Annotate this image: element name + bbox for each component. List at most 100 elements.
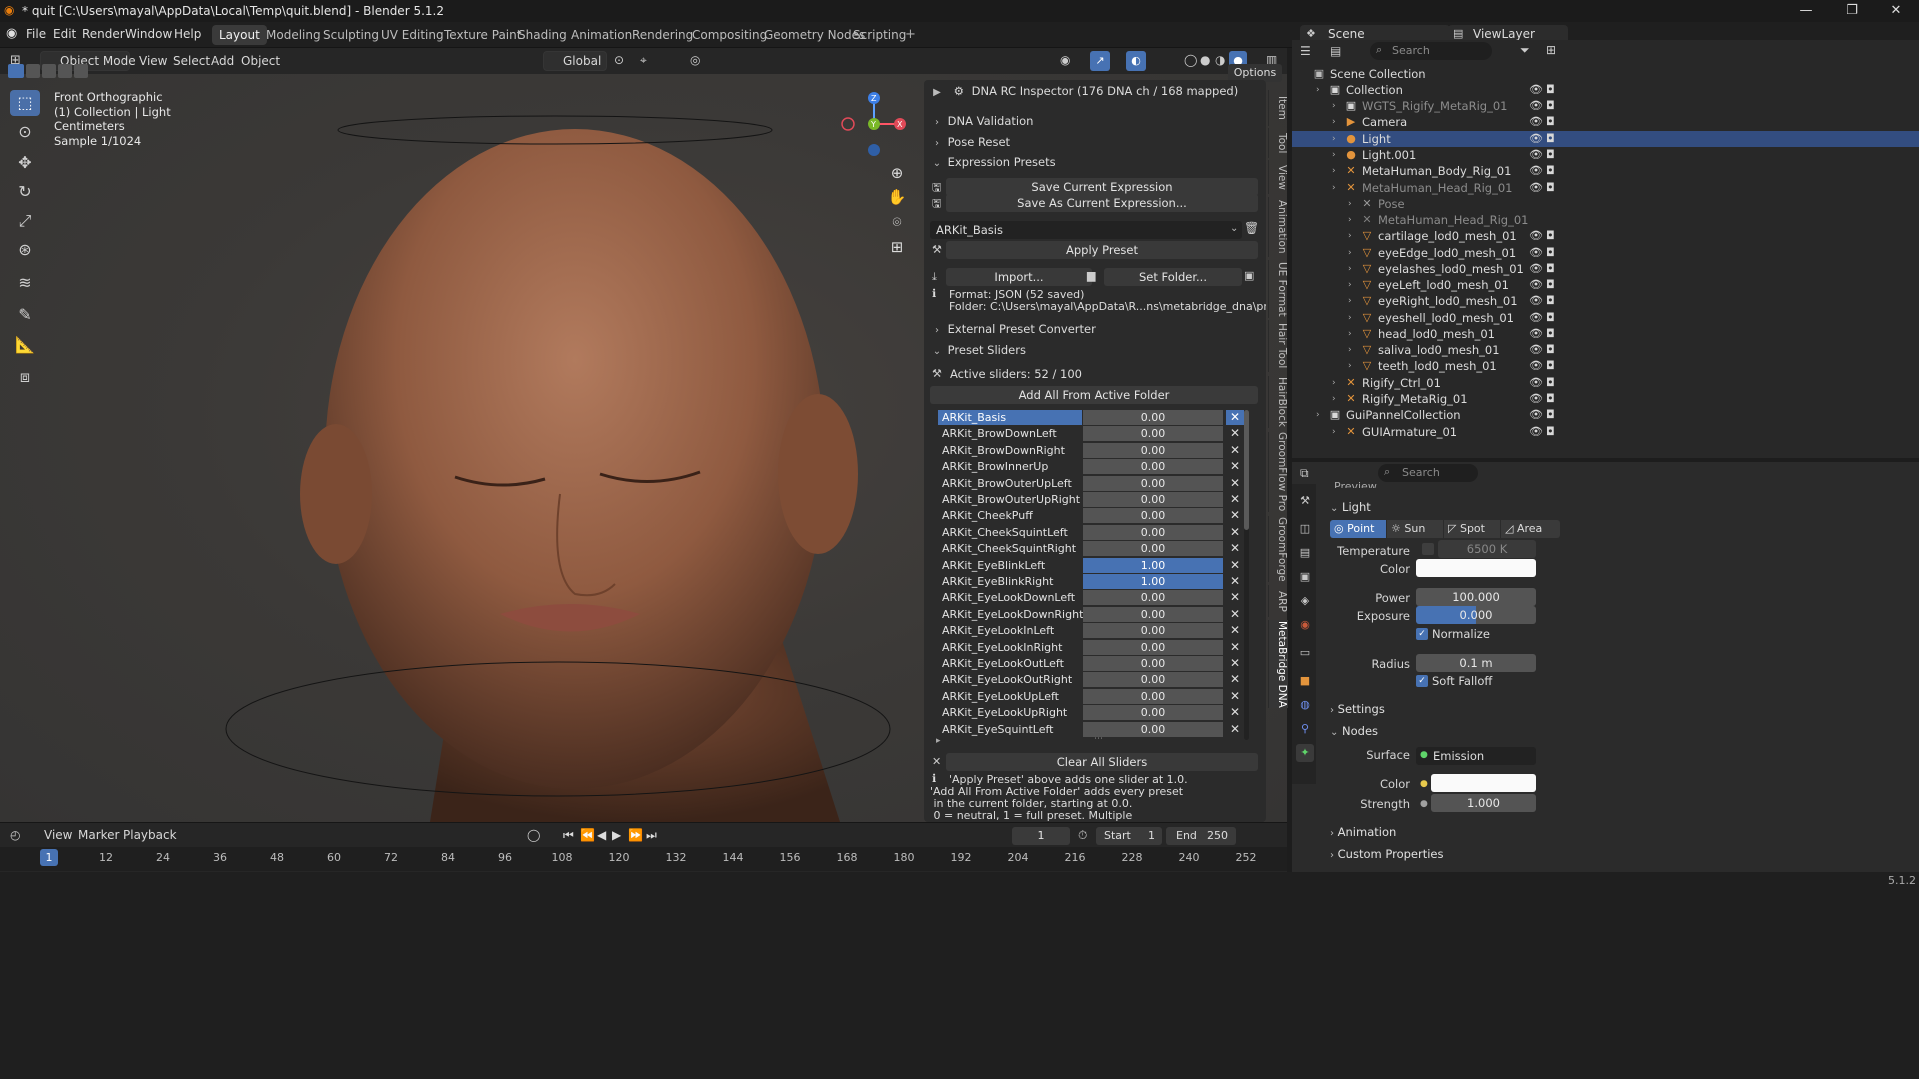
animation-panel-header[interactable]: › Animation — [1330, 825, 1396, 839]
menu-file[interactable]: File — [26, 27, 46, 41]
menu-window[interactable]: Window — [125, 27, 172, 41]
sidetab-groomforge[interactable]: GroomForge — [1268, 516, 1288, 582]
expand-chevron-icon[interactable]: › — [1332, 391, 1336, 407]
select-intersect-icon[interactable] — [74, 64, 88, 78]
remove-slider-icon[interactable]: ✕ — [1226, 459, 1244, 474]
temperature-field[interactable]: 6500 K — [1438, 540, 1536, 558]
open-folder-icon[interactable]: ▣ — [1244, 269, 1254, 282]
remove-slider-icon[interactable]: ✕ — [1226, 705, 1244, 720]
remove-slider-icon[interactable]: ✕ — [1226, 689, 1244, 704]
expand-list-icon[interactable]: ▸ — [936, 736, 941, 746]
solid-shading-icon[interactable]: ● — [1200, 53, 1210, 67]
timeline-menu-view[interactable]: View — [44, 828, 72, 842]
play-reverse-icon[interactable]: ◀ — [597, 828, 606, 842]
eye-icon[interactable]: 👁 — [1529, 391, 1543, 407]
slider-name[interactable]: ARKit_EyeLookOutLeft — [938, 656, 1082, 671]
light-panel-header[interactable]: ⌄ Light — [1330, 500, 1371, 514]
slider-value-field[interactable]: 0.00 — [1083, 492, 1223, 507]
preview-range-icon[interactable]: ⏱ — [1078, 828, 1087, 843]
outliner-row[interactable]: › ● Light 👁 ◘ — [1292, 131, 1919, 147]
tool-tab-icon[interactable]: ⚒ — [1296, 492, 1314, 510]
external-preset-converter-header[interactable]: › External Preset Converter — [930, 322, 1260, 336]
properties-editor-icon[interactable]: ⧉ — [1300, 466, 1309, 481]
resize-handle[interactable]: ⋯ — [1094, 734, 1103, 744]
slider-row[interactable]: ARKit_EyeLookInRight 0.00 ✕ — [938, 639, 1244, 655]
expand-chevron-icon[interactable]: › — [1316, 82, 1320, 98]
preset-sliders-header[interactable]: ⌄ Preset Sliders — [930, 343, 1260, 357]
remove-slider-icon[interactable]: ✕ — [1226, 574, 1244, 589]
exposure-field[interactable]: 0.000 — [1416, 606, 1536, 624]
outliner-item-name[interactable]: eyeEdge_lod0_mesh_01 — [1378, 245, 1516, 261]
eye-icon[interactable]: 👁 — [1529, 293, 1543, 309]
eye-icon[interactable]: 👁 — [1529, 228, 1543, 244]
eye-icon[interactable]: 👁 — [1529, 277, 1543, 293]
select-subtract-icon[interactable] — [42, 64, 56, 78]
select-box-tool-icon[interactable]: ⬚ — [10, 90, 40, 116]
slider-name[interactable]: ARKit_EyeLookDownLeft — [938, 590, 1082, 605]
remove-slider-icon[interactable]: ✕ — [1226, 541, 1244, 556]
remove-slider-icon[interactable]: ✕ — [1226, 426, 1244, 441]
expand-chevron-icon[interactable]: › — [1348, 261, 1352, 277]
expand-chevron-icon[interactable]: › — [1348, 196, 1352, 212]
scene-tab-icon[interactable]: ◈ — [1296, 592, 1314, 610]
slider-row[interactable]: ARKit_EyeLookUpRight 0.00 ✕ — [938, 705, 1244, 721]
remove-slider-icon[interactable]: ✕ — [1226, 590, 1244, 605]
camera-render-icon[interactable]: ◘ — [1546, 293, 1555, 309]
eye-icon[interactable]: 👁 — [1529, 114, 1543, 130]
remove-slider-icon[interactable]: ✕ — [1226, 508, 1244, 523]
outliner-row[interactable]: › ▽ eyeEdge_lod0_mesh_01 👁 ◘ — [1292, 245, 1919, 261]
remove-slider-icon[interactable]: ✕ — [1226, 410, 1244, 425]
outliner-item-name[interactable]: saliva_lod0_mesh_01 — [1378, 342, 1500, 358]
camera-render-icon[interactable]: ◘ — [1546, 180, 1555, 196]
transform-tool-icon[interactable]: ⊛ — [10, 237, 40, 263]
slider-value-field[interactable]: 0.00 — [1083, 590, 1223, 606]
slider-name[interactable]: ARKit_EyeLookDownRight — [938, 607, 1083, 622]
timeline-editor-icon[interactable]: ◴ — [10, 828, 20, 842]
remove-slider-icon[interactable]: ✕ — [1226, 558, 1244, 573]
outliner-item-name[interactable]: eyeshell_lod0_mesh_01 — [1378, 310, 1514, 326]
minimize-icon[interactable]: — — [1783, 0, 1829, 22]
slider-value-field[interactable]: 1.00 — [1083, 574, 1223, 589]
outliner-row[interactable]: › ✕ Pose — [1292, 196, 1919, 212]
normalize-checkbox[interactable]: ✓ — [1416, 628, 1428, 640]
slider-name[interactable]: ARKit_CheekSquintLeft — [938, 525, 1082, 540]
slider-row[interactable]: ARKit_EyeLookDownRight 0.00 ✕ — [938, 606, 1244, 622]
display-mode-icon[interactable]: ▤ — [1330, 44, 1341, 58]
outliner-item-name[interactable]: Camera — [1362, 114, 1407, 130]
new-collection-icon[interactable]: ⊞ — [1546, 43, 1556, 57]
outliner-row[interactable]: › ▣ WGTS_Rigify_MetaRig_01 👁 ◘ — [1292, 98, 1919, 114]
preview-panel-header[interactable]: Preview — [1334, 480, 1377, 488]
slider-value-field[interactable]: 0.00 — [1083, 606, 1223, 622]
slider-value-field[interactable]: 0.00 — [1083, 475, 1223, 491]
remove-slider-icon[interactable]: ✕ — [1226, 525, 1244, 540]
slider-value-field[interactable]: 0.00 — [1083, 639, 1223, 655]
outliner-item-name[interactable]: MetaHuman_Head_Rig_01 — [1362, 180, 1512, 196]
sidetab-hair-tool[interactable]: Hair Tool — [1268, 320, 1288, 372]
expand-chevron-icon[interactable]: › — [1332, 163, 1336, 179]
eye-icon[interactable]: 👁 — [1529, 147, 1543, 163]
outliner-row[interactable]: › ▽ teeth_lod0_mesh_01 👁 ◘ — [1292, 358, 1919, 374]
outliner-item-name[interactable]: GUIArmature_01 — [1362, 424, 1457, 440]
rotate-tool-icon[interactable]: ↻ — [10, 179, 40, 205]
select-invert-icon[interactable] — [58, 64, 72, 78]
outliner-item-name[interactable]: Light — [1362, 131, 1391, 147]
camera-render-icon[interactable]: ◘ — [1546, 326, 1555, 342]
menu-add[interactable]: Add — [211, 54, 234, 68]
outliner-item-name[interactable]: Rigify_Ctrl_01 — [1362, 375, 1441, 391]
prev-keyframe-icon[interactable]: ⏪ — [580, 828, 595, 842]
outliner-editor-icon[interactable]: ☰ — [1300, 44, 1311, 58]
slider-name[interactable]: ARKit_BrowDownRight — [938, 443, 1082, 458]
expand-chevron-icon[interactable]: › — [1348, 277, 1352, 293]
zoom-icon[interactable]: ⊕ — [884, 160, 910, 186]
remove-slider-icon[interactable]: ✕ — [1226, 492, 1244, 507]
eye-icon[interactable]: 👁 — [1529, 261, 1543, 277]
camera-render-icon[interactable]: ◘ — [1546, 114, 1555, 130]
sidetab-item[interactable]: Item — [1268, 90, 1288, 126]
outliner-item-name[interactable]: teeth_lod0_mesh_01 — [1378, 358, 1497, 374]
slider-name[interactable]: ARKit_BrowOuterUpRight — [938, 492, 1082, 507]
navigation-gizmo[interactable]: Z X Y — [838, 88, 910, 160]
slider-name[interactable]: ARKit_CheekPuff — [938, 508, 1082, 523]
annotate-tool-icon[interactable]: ≋ — [10, 270, 40, 296]
eye-icon[interactable]: 👁 — [1529, 342, 1543, 358]
camera-render-icon[interactable]: ◘ — [1546, 163, 1555, 179]
